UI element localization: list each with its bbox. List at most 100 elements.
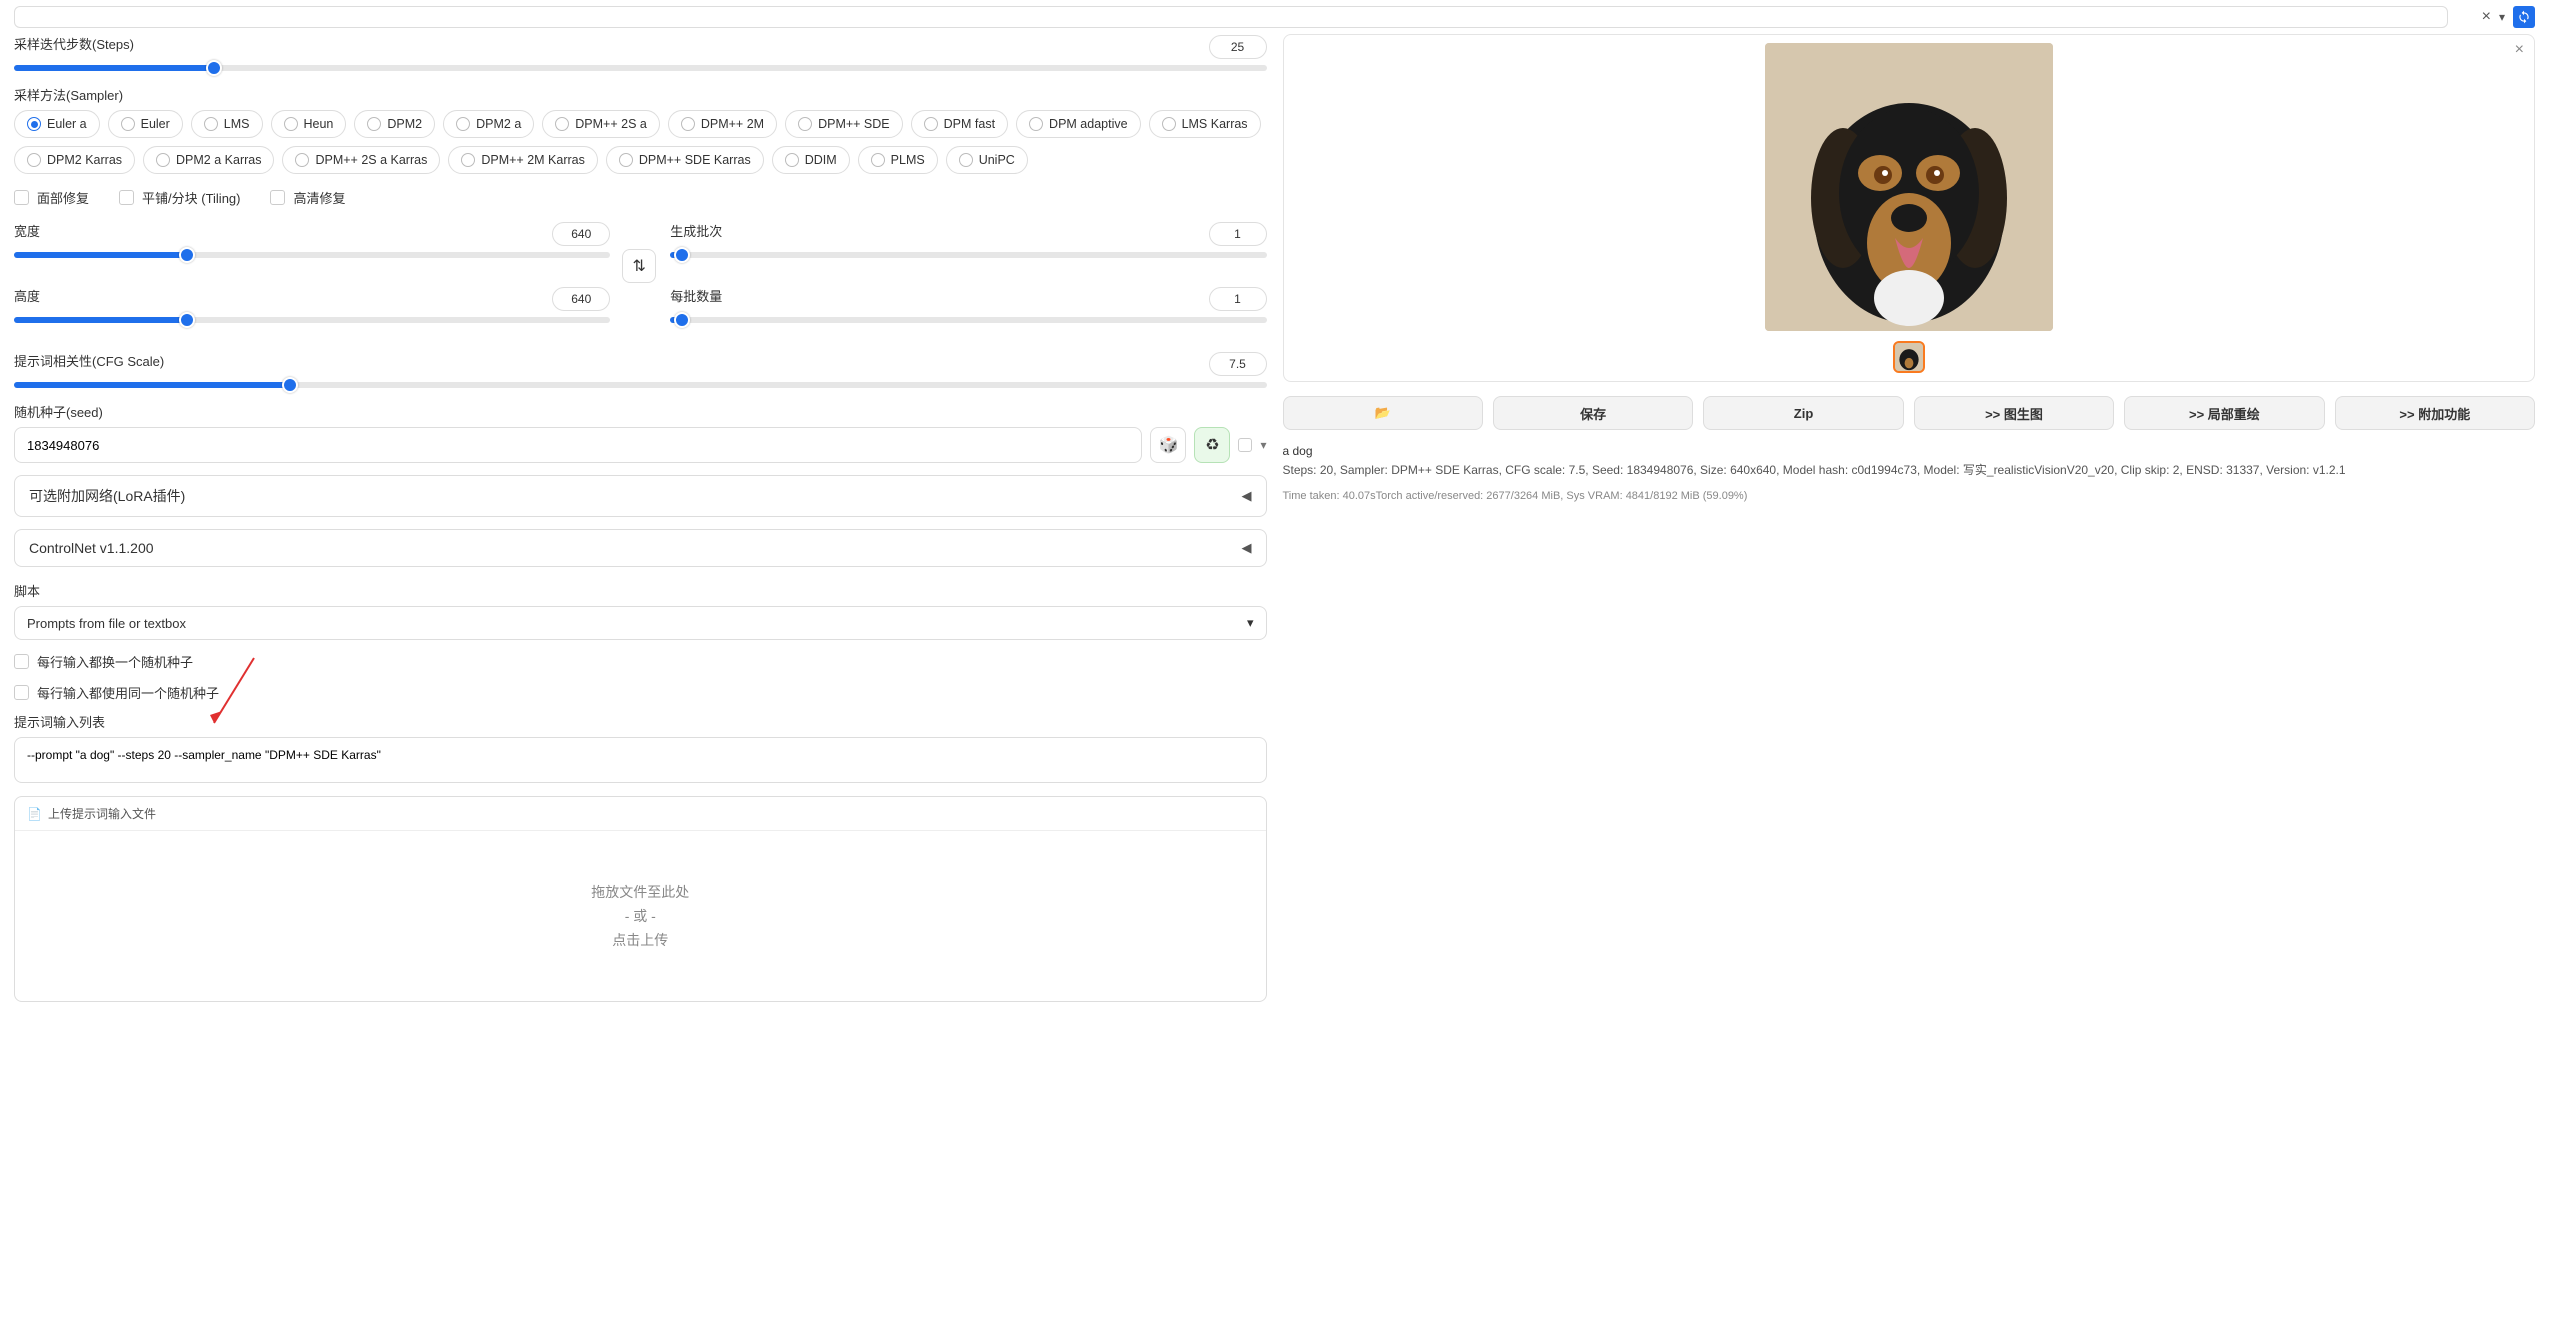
sampler-option[interactable]: Euler a (14, 110, 100, 138)
sampler-option[interactable]: DPM2 a Karras (143, 146, 274, 174)
output-close-button[interactable]: × (2515, 41, 2524, 59)
radio-icon (295, 153, 309, 167)
lora-accordion[interactable]: 可选附加网络(LoRA插件) ◀ (14, 475, 1267, 517)
batch-size-value[interactable]: 1 (1209, 287, 1267, 311)
cfg-slider[interactable] (14, 382, 1267, 388)
radio-icon (204, 117, 218, 131)
random-seed-per-line-checkbox[interactable] (14, 654, 29, 669)
random-seed-button[interactable]: 🎲 (1150, 427, 1186, 463)
batch-count-slider[interactable] (670, 252, 1266, 258)
batch-size-slider[interactable] (670, 317, 1266, 323)
sampler-option-label: Euler a (47, 117, 87, 131)
dropzone-line3: 点击上传 (612, 930, 668, 950)
sampler-option-label: DPM++ SDE Karras (639, 153, 751, 167)
batch-size-block: 每批数量 1 (670, 286, 1266, 323)
radio-icon (367, 117, 381, 131)
radio-icon (461, 153, 475, 167)
dog-image-placeholder (1765, 43, 2053, 331)
zip-button[interactable]: Zip (1703, 396, 1903, 430)
controlnet-accordion[interactable]: ControlNet v1.1.200 ◀ (14, 529, 1267, 567)
sampler-option[interactable]: DPM++ 2M (668, 110, 777, 138)
chevron-down-icon: ▾ (1247, 615, 1254, 631)
swap-dimensions-button[interactable]: ⇅ (622, 249, 656, 283)
upload-tab[interactable]: 📄 上传提示词输入文件 (15, 797, 1266, 831)
send-to-extras-button[interactable]: >> 附加功能 (2335, 396, 2535, 430)
tiling-label: 平铺/分块 (Tiling) (142, 188, 240, 207)
width-value[interactable]: 640 (552, 222, 610, 246)
reload-button[interactable] (2513, 6, 2535, 28)
sampler-option-label: DDIM (805, 153, 837, 167)
batch-count-block: 生成批次 1 (670, 221, 1266, 258)
close-icon[interactable]: × (2482, 8, 2491, 26)
save-button[interactable]: 保存 (1493, 396, 1693, 430)
dropdown-caret-icon[interactable]: ▾ (2499, 10, 2505, 24)
sampler-option-label: DPM++ 2M (701, 117, 764, 131)
restore-faces-checkbox[interactable]: 面部修复 (14, 188, 89, 207)
sampler-option[interactable]: DPM++ SDE Karras (606, 146, 764, 174)
prompt-textarea[interactable] (14, 6, 2448, 28)
sampler-option[interactable]: DPM++ 2S a (542, 110, 660, 138)
radio-icon (27, 117, 41, 131)
sampler-label: 采样方法(Sampler) (14, 85, 1267, 104)
sampler-option[interactable]: UniPC (946, 146, 1028, 174)
caret-left-icon: ◀ (1242, 540, 1252, 556)
sampler-option[interactable]: DPM++ SDE (785, 110, 903, 138)
file-dropzone[interactable]: 拖放文件至此处 - 或 - 点击上传 (15, 831, 1266, 1001)
extra-seed-dropdown-icon[interactable]: ▾ (1260, 438, 1266, 452)
radio-icon (681, 117, 695, 131)
sampler-option[interactable]: DPM++ 2M Karras (448, 146, 598, 174)
sampler-option-label: DPM++ 2S a (575, 117, 647, 131)
output-panel: × (1283, 34, 2536, 382)
prompt-list-textarea[interactable] (14, 737, 1267, 783)
reload-icon (2517, 10, 2531, 24)
height-value[interactable]: 640 (552, 287, 610, 311)
radio-icon (456, 117, 470, 131)
tiling-checkbox[interactable]: 平铺/分块 (Tiling) (119, 188, 240, 207)
sampler-option[interactable]: LMS Karras (1149, 110, 1261, 138)
sampler-option[interactable]: Heun (271, 110, 347, 138)
steps-slider[interactable] (14, 65, 1267, 71)
extra-seed-checkbox[interactable] (1238, 438, 1252, 452)
sampler-group: 采样方法(Sampler) Euler a Euler LMS HeunDPM2 DPM… (14, 85, 1267, 174)
send-to-img2img-button[interactable]: >> 图生图 (1914, 396, 2114, 430)
sampler-option-label: DPM fast (944, 117, 995, 131)
sampler-option[interactable]: DPM++ 2S a Karras (282, 146, 440, 174)
script-label: 脚本 (14, 581, 1267, 600)
output-image[interactable] (1765, 43, 2053, 331)
restore-faces-label: 面部修复 (37, 188, 89, 207)
sampler-option-label: DPM2 a (476, 117, 521, 131)
output-thumbnail[interactable] (1893, 341, 1925, 373)
hires-fix-checkbox[interactable]: 高清修复 (270, 188, 345, 207)
sampler-option[interactable]: PLMS (858, 146, 938, 174)
sampler-option[interactable]: Euler (108, 110, 183, 138)
sampler-option[interactable]: DPM2 a (443, 110, 534, 138)
controlnet-accordion-label: ControlNet v1.1.200 (29, 540, 154, 556)
sampler-option[interactable]: DPM2 (354, 110, 435, 138)
batch-count-label: 生成批次 (670, 221, 722, 240)
sampler-option-label: DPM++ 2S a Karras (315, 153, 427, 167)
same-seed-per-line-checkbox[interactable] (14, 685, 29, 700)
sampler-option[interactable]: DPM fast (911, 110, 1008, 138)
dice-icon: 🎲 (1159, 435, 1179, 455)
height-block: 高度 640 (14, 286, 610, 323)
steps-value[interactable]: 25 (1209, 35, 1267, 59)
width-block: 宽度 640 (14, 221, 610, 258)
width-slider[interactable] (14, 252, 610, 258)
sampler-option[interactable]: DDIM (772, 146, 850, 174)
radio-icon (924, 117, 938, 131)
reuse-seed-button[interactable]: ♻ (1194, 427, 1230, 463)
sampler-option[interactable]: DPM adaptive (1016, 110, 1141, 138)
open-folder-button[interactable]: 📂 (1283, 396, 1483, 430)
height-slider[interactable] (14, 317, 610, 323)
width-label: 宽度 (14, 221, 40, 240)
output-metadata-text: Steps: 20, Sampler: DPM++ SDE Karras, CF… (1283, 461, 2536, 480)
sampler-option[interactable]: DPM2 Karras (14, 146, 135, 174)
send-to-inpaint-button[interactable]: >> 局部重绘 (2124, 396, 2324, 430)
batch-count-value[interactable]: 1 (1209, 222, 1267, 246)
sampler-option[interactable]: LMS (191, 110, 263, 138)
seed-input[interactable] (14, 427, 1142, 463)
file-icon: 📄 (27, 807, 42, 821)
script-select[interactable]: Prompts from file or textbox ▾ (14, 606, 1267, 640)
cfg-value[interactable]: 7.5 (1209, 352, 1267, 376)
cfg-label: 提示词相关性(CFG Scale) (14, 351, 164, 370)
